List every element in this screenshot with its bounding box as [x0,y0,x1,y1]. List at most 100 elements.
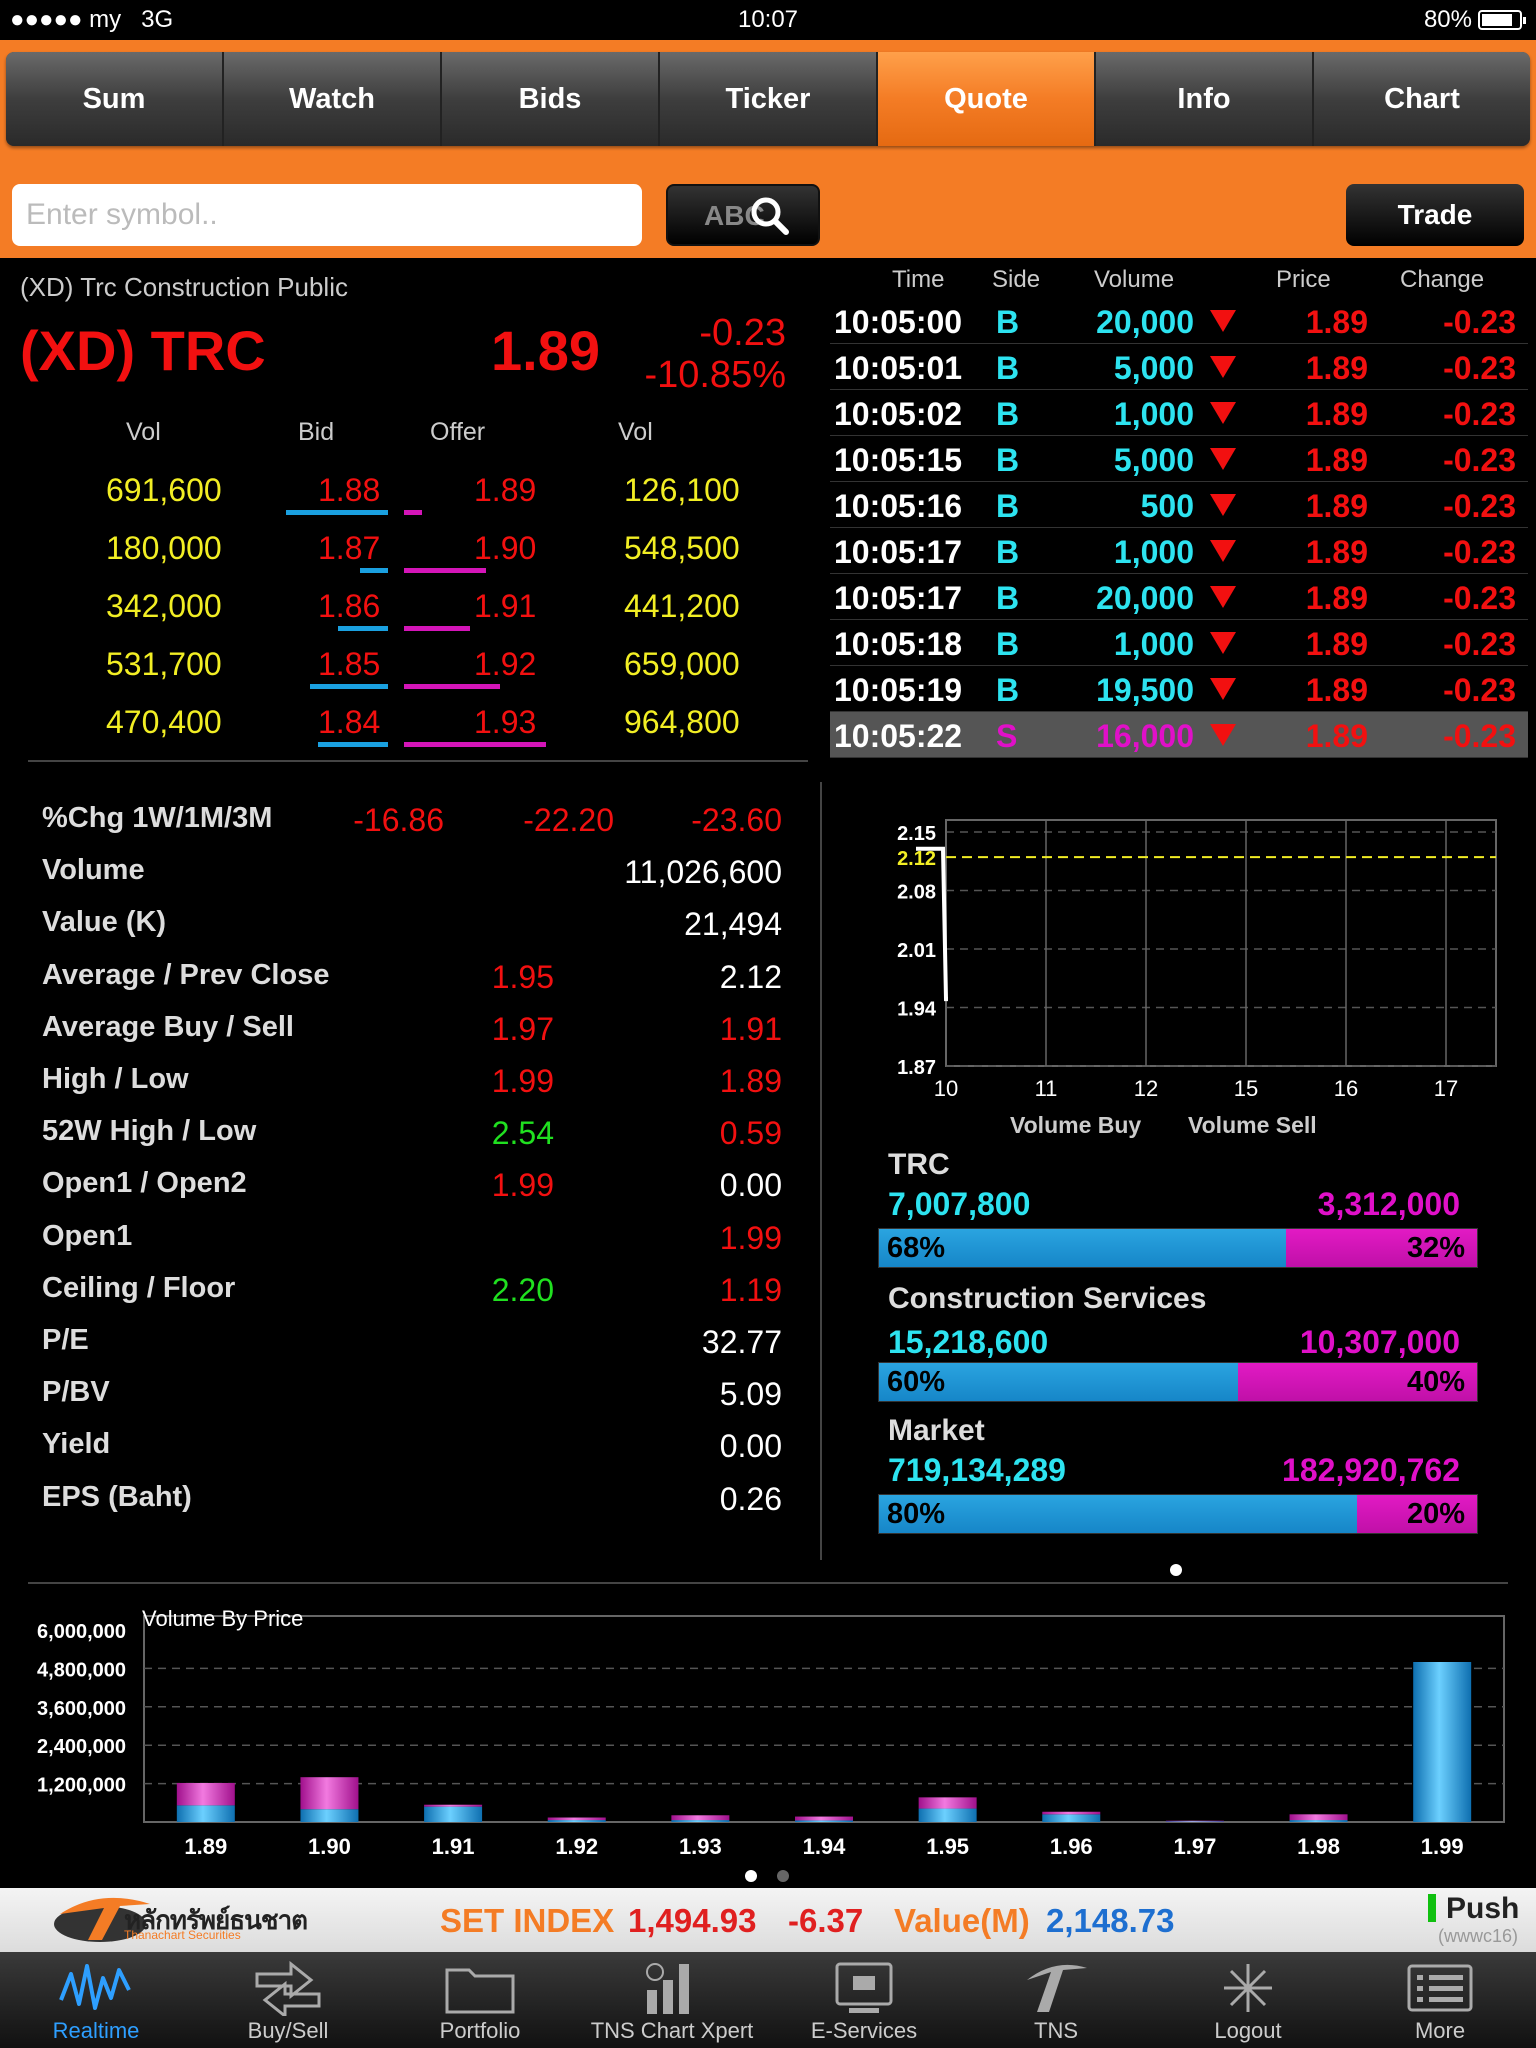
tabbar-label: More [1414,2018,1466,2043]
x-tick-label: 1.93 [679,1834,722,1859]
offer-depth-bar [404,626,470,631]
x-tick-label: 16 [1334,1076,1358,1101]
ticker-side: S [996,718,1018,754]
down-arrow-icon [1210,494,1236,516]
bid-price: 1.87 [318,530,381,566]
tabbar-eservices[interactable]: E-Services [768,1952,960,2048]
bidoffer-row: 531,700 1.85 1.92 659,000 [0,634,800,692]
tab-quote[interactable]: Quote [878,52,1096,146]
realtime-icon [59,1964,131,2010]
symbol-input[interactable] [12,184,642,246]
tab-watch[interactable]: Watch [224,52,442,146]
tab-sum[interactable]: Sum [6,52,224,146]
ticker-change: -0.23 [1443,304,1516,340]
y-tick-label: 2.15 [897,823,936,845]
tab-ticker[interactable]: Ticker [660,52,878,146]
stat-row: P/BV 5.09 [42,1376,782,1428]
bar-sell [176,1782,235,1806]
ticker-price: 1.89 [1305,350,1368,386]
bar-sell [300,1777,359,1810]
buy-percent: 68% [879,1229,1286,1267]
tabbar-logout[interactable]: Logout [1152,1952,1344,2048]
x-tick-label: 1.91 [432,1834,475,1859]
stat-label: EPS (Baht) [42,1480,192,1513]
x-tick-label: 1.97 [1173,1834,1216,1859]
tab-chart[interactable]: Chart [1314,52,1530,146]
stat-label: Value (K) [42,906,167,939]
ticker-row: 10:05:18 B 1,000 1.89 -0.23 [830,620,1528,666]
ticker-volume: 1,000 [1113,534,1194,570]
tabbar-portfolio[interactable]: Portfolio [384,1952,576,2048]
offer-volume: 548,500 [624,530,740,566]
buy-percent: 60% [879,1363,1238,1401]
tabbar-realtime[interactable]: Realtime [0,1952,192,2048]
ticker-change: -0.23 [1443,626,1516,662]
abc-search-button[interactable]: ABC [666,184,820,246]
tabbar-buysell[interactable]: Buy/Sell [192,1952,384,2048]
prev-close-label: 2.12 [897,848,936,870]
stat-label: P/BV [42,1376,110,1409]
bidoffer-row: 180,000 1.87 1.90 548,500 [0,518,800,576]
tab-info[interactable]: Info [1096,52,1314,146]
x-tick-label: 1.98 [1297,1834,1340,1859]
stat-row: High / Low 1.99 1.89 [42,1063,782,1115]
down-arrow-icon [1210,586,1236,608]
battery-icon [1478,10,1526,30]
bar-buy [176,1805,235,1822]
stat-value: 1.99 [719,1219,782,1256]
bid-price: 1.86 [318,588,381,624]
stat-value-primary: 1.99 [491,1167,554,1204]
stat-row: Open1 / Open2 1.99 0.00 [42,1167,782,1219]
tab-bids[interactable]: Bids [442,52,660,146]
volume-by-price-chart: Volume By Price 6,000,000 4,800,000 3,600,0… [37,1606,1505,1859]
offer-volume: 441,200 [624,588,740,624]
ticker-price: 1.89 [1305,718,1368,754]
bid-volume: 531,700 [106,646,222,682]
stat-label: High / Low [42,1063,189,1095]
trade-button[interactable]: Trade [1346,184,1524,246]
stat-row: Ceiling / Floor 2.20 1.19 [42,1272,782,1324]
ticker-change: -0.23 [1443,396,1516,432]
offer-depth-bar [404,510,422,515]
ticker-change-header: Change [1400,266,1485,293]
bar-buy [1289,1820,1348,1822]
tabbar-chart-xpert[interactable]: TNS Chart Xpert [576,1952,768,2048]
bottom-tab-bar: Realtime Buy/Sell Portfolio TNS Chart Xp… [0,1952,1536,2048]
stat-value: 1.19 [719,1271,782,1308]
tabbar-label: Logout [1214,2018,1282,2043]
offer-depth-bar [404,684,500,689]
ticker-price: 1.89 [1305,534,1368,570]
ticker-volume: 5,000 [1113,350,1194,386]
page-indicator-dot[interactable] [777,1870,789,1882]
eservices-icon [835,1962,893,2013]
volume-sell: 182,920,762 [1282,1452,1460,1488]
ticker-change: -0.23 [1443,442,1516,478]
offer-depth-bar [404,568,486,573]
tabbar-tns[interactable]: TNS [960,1952,1152,2048]
bar-buy [1165,1821,1224,1822]
stat-value: 0.26 [719,1480,782,1517]
volume-sell: 3,312,000 [1317,1186,1460,1222]
stat-value: 32.77 [701,1324,782,1360]
offer-vol-header: Vol [618,418,653,446]
y-tick-label: 1.94 [897,999,937,1021]
stat-value: 11,026,600 [624,854,782,891]
x-tick-label: 1.95 [926,1834,969,1859]
page-indicator-dot[interactable] [1170,1564,1182,1576]
tabbar-more[interactable]: More [1344,1952,1536,2048]
x-tick-label: 17 [1434,1076,1458,1101]
push-label[interactable]: Push [1446,1892,1519,1926]
stat-row-pctchg: %Chg 1W/1M/3M -16.86 -22.20 -23.60 [42,802,782,854]
ticker-row: 10:05:19 B 19,500 1.89 -0.23 [830,666,1528,712]
portfolio-icon [445,1968,515,2014]
vb-bar-trc: 68% 32% [878,1228,1478,1268]
bar-sell [547,1817,606,1821]
down-arrow-icon [1210,448,1236,470]
page-indicator-dot-active[interactable] [745,1870,757,1882]
divider [28,1582,1508,1584]
stat-label: Open1 [42,1219,133,1252]
offer-volume: 964,800 [624,704,740,740]
tabbar-label: E-Services [810,2018,918,2043]
ticker-time: 10:05:02 [834,396,963,432]
ticker-change: -0.23 [1443,580,1516,616]
